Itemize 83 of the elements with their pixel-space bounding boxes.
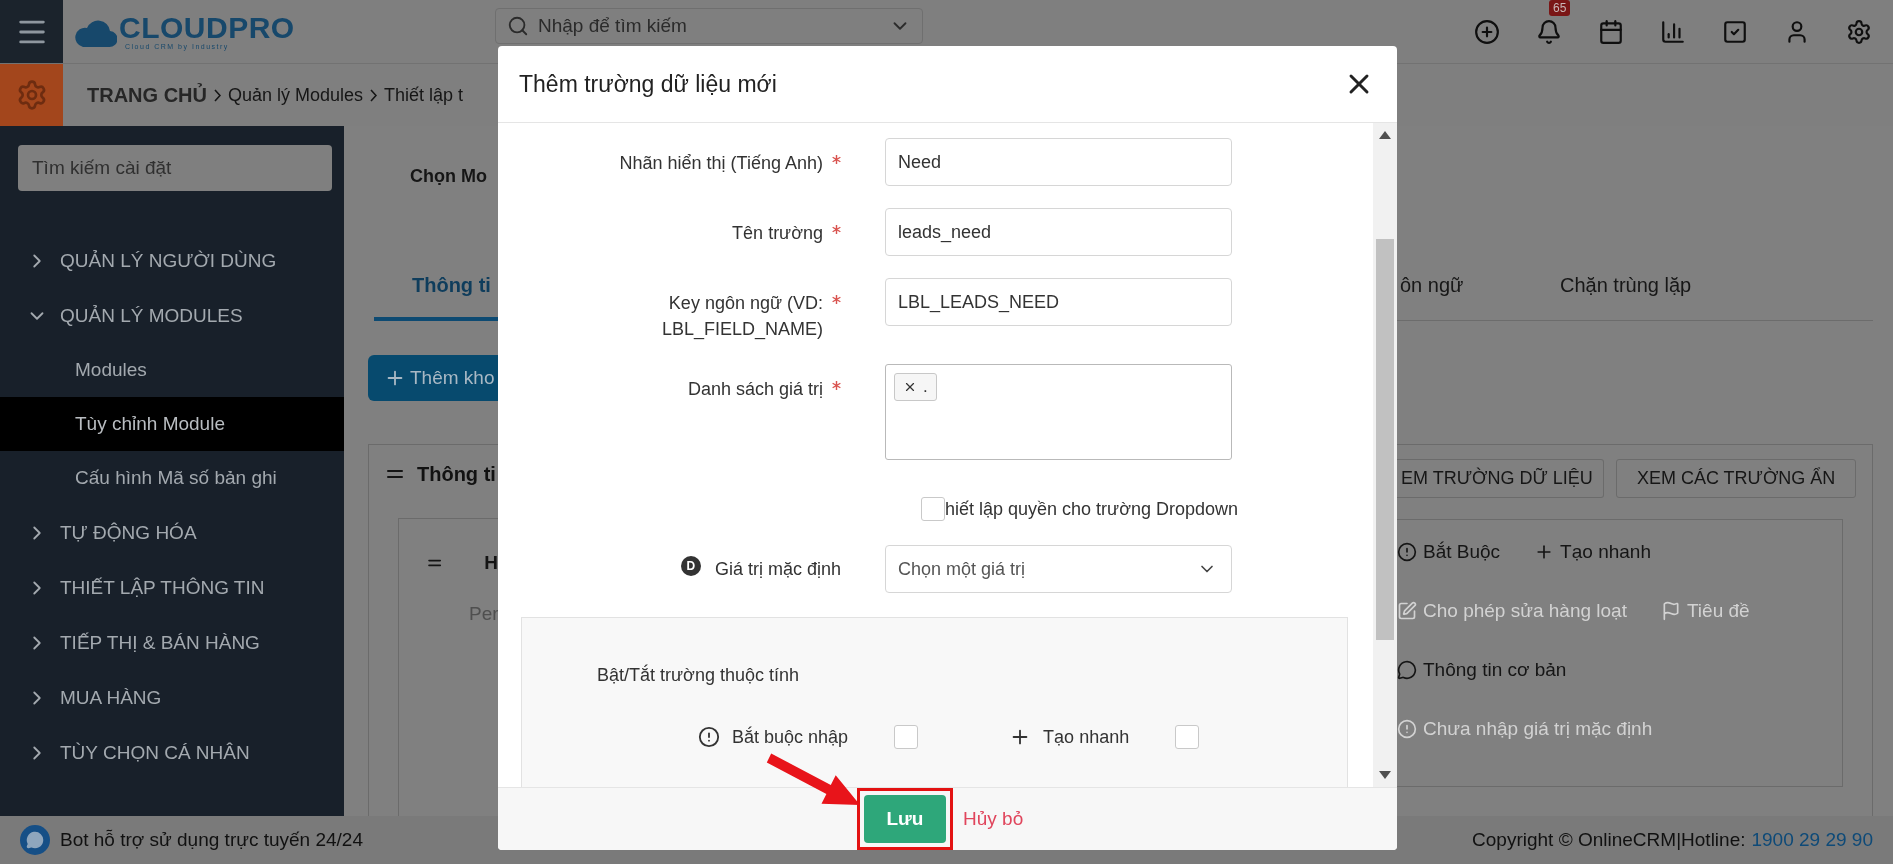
alert-icon	[1397, 541, 1417, 562]
property-label: Chưa nhập giá trị mặc định	[1423, 717, 1653, 741]
tab[interactable]: Chặn trùng lặp	[1557, 253, 1717, 321]
breadcrumb-link[interactable]: Thiết lập t	[384, 84, 464, 106]
bell-icon	[1536, 18, 1562, 45]
field-label: Nhãn hiển thị (Tiếng Anh)	[619, 152, 823, 175]
sidebar-group[interactable]: QUẢN LÝ NGƯỜI DÙNG	[0, 233, 344, 288]
plus-circle-icon	[1474, 18, 1500, 45]
alert-icon	[698, 726, 720, 748]
value-tag[interactable]: .	[894, 373, 937, 401]
sidebar-group[interactable]: QUẢN LÝ MODULES	[0, 288, 344, 343]
breadcrumb-link[interactable]: TRANG CHỦ	[87, 83, 207, 107]
property-label: Cho phép sửa hàng loạt	[1423, 599, 1627, 623]
property-label: Tiêu đề	[1686, 599, 1750, 623]
select-field[interactable]: Chọn một giá trị	[885, 545, 1232, 593]
field-label: Key ngôn ngữ (VD: LBL_FIELD_NAME)	[660, 292, 823, 342]
text-input[interactable]: LBL_LEADS_NEED	[885, 278, 1232, 326]
checkbox-icon	[1722, 18, 1748, 45]
tags-input[interactable]: .	[885, 364, 1232, 460]
sidebar-group-label: THIẾT LẬP THÔNG TIN	[60, 576, 265, 599]
sidebar-group-label: TIẾP THỊ & BÁN HÀNG	[60, 631, 260, 654]
bot-support-text: Bot hỗ trợ sử dụng trực tuyến 24/24	[60, 829, 363, 851]
messenger-icon[interactable]	[20, 825, 50, 855]
settings-button[interactable]	[1845, 17, 1873, 46]
sidebar-group-label: TÙY CHỌN CÁ NHÂN	[60, 741, 250, 764]
dialog-title: Thêm trường dữ liệu mới	[519, 70, 777, 98]
field-title: H	[484, 552, 498, 574]
settings-search-field[interactable]: Tìm kiếm cài đặt	[18, 145, 332, 191]
speech-bubble-icon	[1397, 659, 1417, 680]
property-label: Tạo nhanh	[1560, 540, 1651, 564]
module-label: Chọn Mo	[410, 165, 487, 187]
sidebar-item[interactable]: Cấu hình Mã số bản ghi	[0, 451, 344, 505]
option-label: Bắt buộc nhập	[732, 726, 849, 748]
sidebar-item[interactable]: Modules	[0, 343, 344, 397]
view-button[interactable]: EM TRƯỜNG DỮ LIỆU	[1397, 459, 1604, 498]
tab[interactable]: ôn ngữ	[1397, 253, 1557, 321]
breadcrumb-link[interactable]: Quản lý Modules	[228, 84, 364, 106]
calendar-button[interactable]	[1597, 17, 1625, 46]
sidebar-item[interactable]: Tùy chỉnh Module	[0, 397, 344, 451]
menu-button[interactable]	[0, 0, 63, 63]
checkbox[interactable]	[921, 497, 945, 521]
text-input[interactable]: leads_need	[885, 208, 1232, 256]
add-button[interactable]	[1473, 17, 1501, 46]
scroll-down-icon[interactable]	[1379, 771, 1391, 779]
cancel-button[interactable]: Hủy bỏ	[959, 804, 1028, 834]
default-badge: D	[680, 556, 701, 576]
chart-icon	[1660, 18, 1686, 45]
field-label: Danh sách giá trị	[687, 378, 823, 401]
sidebar-group[interactable]: THIẾT LẬP THÔNG TIN	[0, 560, 344, 615]
chevron-right-icon	[214, 88, 221, 102]
section-title: Bật/Tắt trường thuộc tính	[597, 663, 800, 687]
edit-icon	[1397, 600, 1417, 621]
checkbox-label: hiết lập quyền cho trường Dropdown	[945, 498, 1239, 520]
block-title: Thông ti	[417, 462, 496, 486]
scrollbar[interactable]	[1373, 123, 1397, 787]
notification-badge: 65	[1549, 0, 1571, 16]
sidebar-group[interactable]: TÙY CHỌN CÁ NHÂN	[0, 725, 344, 780]
sidebar-group-label: MUA HÀNG	[60, 686, 162, 709]
scroll-up-icon[interactable]	[1379, 131, 1391, 139]
checkbox[interactable]	[1175, 725, 1200, 749]
circle-icon	[1397, 718, 1417, 739]
gear-icon	[1846, 18, 1872, 45]
search-icon	[507, 15, 529, 37]
sidebar-group-label: TỰ ĐỘNG HÓA	[60, 521, 197, 544]
property-label: Thông tin cơ bản	[1423, 658, 1567, 682]
sidebar-group-label: QUẢN LÝ MODULES	[60, 304, 243, 327]
copyright-text: Copyright © OnlineCRM|Hotline:	[1472, 829, 1746, 851]
field-label: Giá trị mặc định	[714, 558, 841, 581]
search-field[interactable]: Nhập để tìm kiếm	[495, 8, 923, 44]
property-label: Bắt Buộc	[1423, 540, 1501, 564]
sidebar-group[interactable]: TIẾP THỊ & BÁN HÀNG	[0, 615, 344, 670]
add-block-button[interactable]: Thêm kho	[368, 355, 498, 401]
field-label: Tên trường	[732, 222, 823, 245]
chevron-right-icon	[370, 88, 378, 102]
text-input[interactable]: Need	[885, 138, 1232, 186]
option-label: Tạo nhanh	[1043, 726, 1130, 748]
calendar-icon	[1598, 18, 1624, 45]
checkbox[interactable]	[894, 725, 919, 749]
remove-icon[interactable]	[903, 380, 917, 394]
sidebar-group-label: QUẢN LÝ NGƯỜI DÙNG	[60, 249, 277, 272]
view-button[interactable]: XEM CÁC TRƯỜNG ẨN	[1615, 459, 1857, 498]
sidebar-group[interactable]: MUA HÀNG	[0, 670, 344, 725]
sidebar-group[interactable]: TỰ ĐỘNG HÓA	[0, 505, 344, 560]
